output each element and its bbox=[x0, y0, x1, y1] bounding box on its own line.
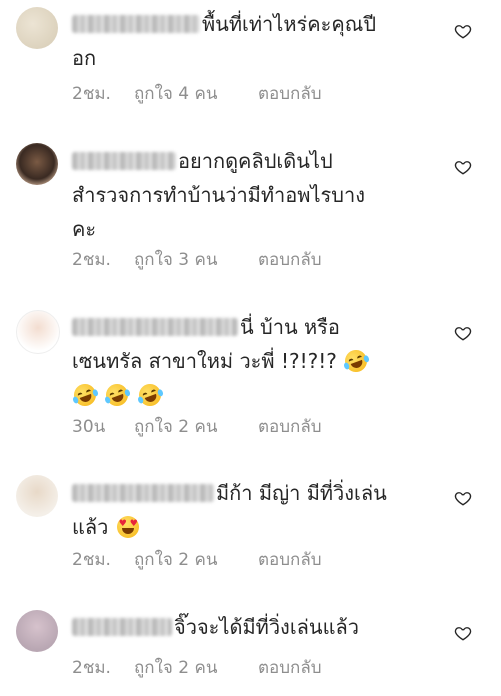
comment-line-1: นี่ บ้าน หรือ bbox=[240, 315, 340, 339]
rofl-emoji-icon bbox=[70, 380, 100, 410]
comment-line-2: สำรวจการทำบ้านว่ามีทำอพไรบาง bbox=[72, 183, 365, 207]
comment-line-3: คะ bbox=[72, 217, 97, 241]
avatar[interactable] bbox=[16, 610, 58, 652]
comment-line-1: พื้นที่เท่าไหร่คะคุณปี bbox=[202, 12, 377, 36]
rofl-emoji-icon bbox=[135, 380, 164, 410]
comment-time: 2ชม. bbox=[72, 84, 111, 104]
like-heart-icon[interactable] bbox=[454, 489, 472, 507]
username-blurred[interactable] bbox=[72, 15, 200, 33]
heart-eyes-emoji-icon bbox=[116, 516, 139, 538]
comment-time: 2ชม. bbox=[72, 250, 111, 270]
comment-meta: 2ชม. ถูกใจ 2 คน ตอบกลับ bbox=[72, 654, 322, 681]
comment-line-1: จิ๊วจะได้มีที่วิ่งเล่นแล้ว bbox=[174, 615, 359, 639]
comment-line-2: อก bbox=[72, 46, 97, 70]
comment-time: 2ชม. bbox=[72, 550, 111, 570]
reply-button[interactable]: ตอบกลับ bbox=[258, 413, 322, 440]
comment-line-1: มีก้า มีญ่า มีที่วิ่งเล่น bbox=[216, 481, 387, 505]
rofl-emoji-icon bbox=[342, 346, 371, 376]
comment-meta: 2ชม. ถูกใจ 4 คน ตอบกลับ bbox=[72, 80, 322, 107]
comment-line-2: แล้ว bbox=[72, 515, 109, 539]
username-blurred[interactable] bbox=[72, 618, 172, 636]
comment-text: นี่ บ้าน หรือ เซนทรัล สาขาใหม่ วะพี่ !?!… bbox=[70, 310, 424, 412]
like-heart-icon[interactable] bbox=[454, 624, 472, 642]
comment-text: จิ๊วจะได้มีที่วิ่งเล่นแล้ว bbox=[72, 610, 424, 644]
like-count[interactable]: ถูกใจ 2 คน bbox=[134, 654, 258, 681]
comment-text: พื้นที่เท่าไหร่คะคุณปี อก bbox=[72, 7, 424, 75]
comment-meta: 2ชม. ถูกใจ 3 คน ตอบกลับ bbox=[72, 246, 322, 273]
like-count[interactable]: ถูกใจ 4 คน bbox=[134, 80, 258, 107]
reply-button[interactable]: ตอบกลับ bbox=[258, 546, 322, 573]
like-heart-icon[interactable] bbox=[454, 22, 472, 40]
comment-time: 30น bbox=[72, 417, 106, 437]
like-count[interactable]: ถูกใจ 2 คน bbox=[134, 546, 258, 573]
reply-button[interactable]: ตอบกลับ bbox=[258, 654, 322, 681]
comment-time: 2ชม. bbox=[72, 658, 111, 678]
avatar[interactable] bbox=[16, 7, 58, 49]
comment-text: อยากดูคลิปเดินไป สำรวจการทำบ้านว่ามีทำอพ… bbox=[72, 144, 424, 246]
username-blurred[interactable] bbox=[72, 318, 238, 336]
like-heart-icon[interactable] bbox=[454, 324, 472, 342]
avatar[interactable] bbox=[16, 310, 60, 354]
avatar[interactable] bbox=[16, 143, 58, 185]
username-blurred[interactable] bbox=[72, 484, 214, 502]
reply-button[interactable]: ตอบกลับ bbox=[258, 246, 322, 273]
rofl-emoji-icon bbox=[103, 380, 132, 410]
comment-line-1: อยากดูคลิปเดินไป bbox=[178, 149, 333, 173]
username-blurred[interactable] bbox=[72, 152, 176, 170]
comment-line-2: เซนทรัล สาขาใหม่ วะพี่ !?!?!? bbox=[72, 349, 337, 373]
avatar[interactable] bbox=[16, 475, 58, 517]
like-count[interactable]: ถูกใจ 3 คน bbox=[134, 246, 258, 273]
reply-button[interactable]: ตอบกลับ bbox=[258, 80, 322, 107]
comment-meta: 30น ถูกใจ 2 คน ตอบกลับ bbox=[72, 413, 322, 440]
like-heart-icon[interactable] bbox=[454, 158, 472, 176]
comment-text: มีก้า มีญ่า มีที่วิ่งเล่น แล้ว bbox=[72, 476, 424, 544]
comment-meta: 2ชม. ถูกใจ 2 คน ตอบกลับ bbox=[72, 546, 322, 573]
like-count[interactable]: ถูกใจ 2 คน bbox=[134, 413, 258, 440]
